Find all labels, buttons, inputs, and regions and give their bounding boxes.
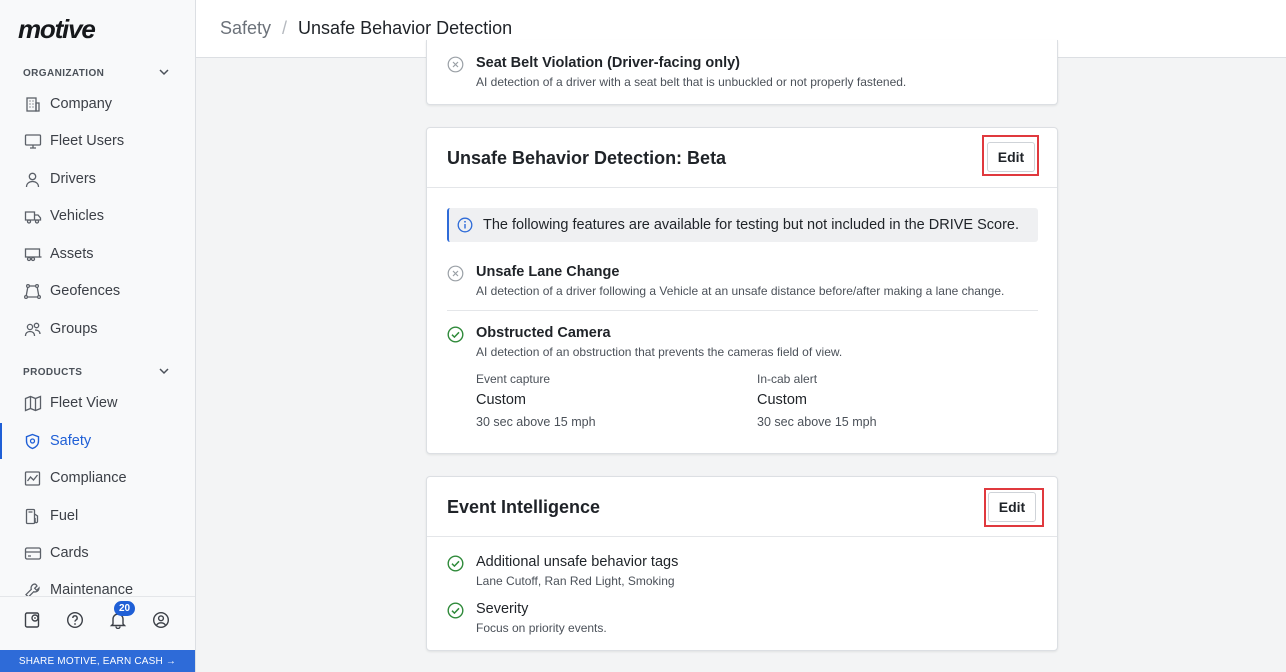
help-icon[interactable] [66, 611, 84, 629]
info-text: The following features are available for… [483, 217, 1019, 233]
sidebar-item-geofences[interactable]: Geofences [0, 273, 195, 309]
sidebar-item-cards[interactable]: Cards [0, 535, 195, 571]
notification-badge: 20 [114, 601, 136, 616]
shield-icon [23, 432, 42, 451]
in-cab-alert-detail: 30 sec above 15 mph [757, 415, 877, 429]
sidebar-item-groups[interactable]: Groups [0, 311, 195, 347]
sidebar-item-fuel[interactable]: Fuel [0, 498, 195, 534]
feature-description: AI detection of a driver with a seat bel… [476, 75, 907, 89]
motive-logo[interactable]: motive [18, 14, 96, 45]
map-icon [23, 394, 42, 413]
divider [427, 536, 1057, 537]
breadcrumb-separator: / [282, 18, 288, 38]
sidebar-item-label: Fleet Users [50, 133, 125, 149]
section-header-products: PRODUCTS [23, 367, 83, 378]
feature-description: AI detection of an obstruction that prev… [476, 345, 843, 359]
sidebar-item-label: Assets [50, 246, 94, 262]
disabled-x-icon [447, 56, 464, 73]
sidebar: motive ORGANIZATION Company Fleet Users … [0, 0, 196, 672]
sidebar-item-label: Compliance [50, 470, 127, 486]
card-unsafe-behavior-beta: Unsafe Behavior Detection: Beta Edit The… [426, 127, 1058, 454]
compliance-icon [23, 469, 42, 488]
info-banner: The following features are available for… [447, 208, 1038, 242]
sidebar-item-label: Maintenance [50, 582, 134, 596]
share-motive-banner[interactable]: SHARE MOTIVE, EARN CASH → [0, 650, 195, 672]
sidebar-item-label: Vehicles [50, 208, 105, 224]
check-circle-icon [447, 555, 464, 572]
wrench-icon [23, 581, 42, 596]
sidebar-bottom-bar: 20 [0, 596, 195, 650]
sidebar-item-label: Company [50, 96, 113, 112]
trailer-icon [23, 245, 42, 264]
map-pin-icon[interactable] [24, 611, 42, 629]
feature-title: Unsafe Lane Change [476, 264, 620, 280]
feature-title: Obstructed Camera [476, 325, 611, 341]
fuel-icon [23, 507, 42, 526]
edit-button[interactable]: Edit [987, 142, 1035, 172]
sidebar-item-safety[interactable]: Safety [0, 423, 195, 459]
sidebar-item-fleet-view[interactable]: Fleet View [0, 385, 195, 421]
sidebar-item-fleet-users[interactable]: Fleet Users [0, 123, 195, 159]
groups-icon [23, 320, 42, 339]
monitor-icon [23, 132, 42, 151]
sidebar-item-company[interactable]: Company [0, 86, 195, 122]
sidebar-item-maintenance[interactable]: Maintenance [0, 572, 195, 596]
card-event-intelligence: Event Intelligence Edit Additional unsaf… [426, 476, 1058, 651]
edit-button[interactable]: Edit [988, 492, 1036, 522]
event-capture-label: Event capture [476, 372, 551, 386]
info-icon [457, 217, 473, 233]
sidebar-item-label: Cards [50, 545, 89, 561]
sidebar-item-label: Fleet View [50, 395, 118, 411]
sidebar-item-drivers[interactable]: Drivers [0, 161, 195, 197]
feature-title: Seat Belt Violation (Driver-facing only) [476, 55, 741, 71]
chevron-down-icon[interactable] [158, 66, 170, 78]
geofence-icon [23, 282, 42, 301]
card-title: Event Intelligence [447, 497, 601, 517]
page-title: Unsafe Behavior Detection [298, 18, 513, 38]
sidebar-item-label: Groups [50, 321, 98, 337]
truck-icon [23, 207, 42, 226]
sidebar-item-vehicles[interactable]: Vehicles [0, 198, 195, 234]
section-header-organization: ORGANIZATION [23, 68, 105, 79]
feature-description: Focus on priority events. [476, 621, 607, 635]
in-cab-alert-label: In-cab alert [757, 372, 818, 386]
sidebar-item-label: Drivers [50, 171, 96, 187]
event-capture-value: Custom [476, 392, 526, 408]
check-circle-icon [447, 602, 464, 619]
card-icon [23, 544, 42, 563]
sidebar-item-assets[interactable]: Assets [0, 236, 195, 272]
event-capture-detail: 30 sec above 15 mph [476, 415, 596, 429]
in-cab-alert-value: Custom [757, 392, 807, 408]
check-circle-icon [447, 326, 464, 343]
sidebar-clip: Maintenance [0, 572, 195, 596]
breadcrumb-safety[interactable]: Safety [220, 18, 271, 39]
feature-description: AI detection of a driver following a Veh… [476, 284, 1005, 298]
sidebar-item-label: Geofences [50, 283, 121, 299]
sidebar-item-compliance[interactable]: Compliance [0, 460, 195, 496]
feature-title: Additional unsafe behavior tags [476, 554, 679, 570]
building-icon [23, 95, 42, 114]
card-title: Unsafe Behavior Detection: Beta [447, 148, 727, 168]
chevron-down-icon[interactable] [158, 365, 170, 377]
feature-description: Lane Cutoff, Ran Red Light, Smoking [476, 574, 675, 588]
account-icon[interactable] [152, 611, 170, 629]
feature-title: Severity [476, 601, 529, 617]
card-seatbelt: Seat Belt Violation (Driver-facing only)… [426, 40, 1058, 105]
disabled-x-icon [447, 265, 464, 282]
divider [427, 187, 1057, 188]
sidebar-item-label: Fuel [50, 508, 79, 524]
divider [447, 310, 1038, 311]
sidebar-item-label: Safety [50, 433, 92, 449]
person-icon [23, 170, 42, 189]
